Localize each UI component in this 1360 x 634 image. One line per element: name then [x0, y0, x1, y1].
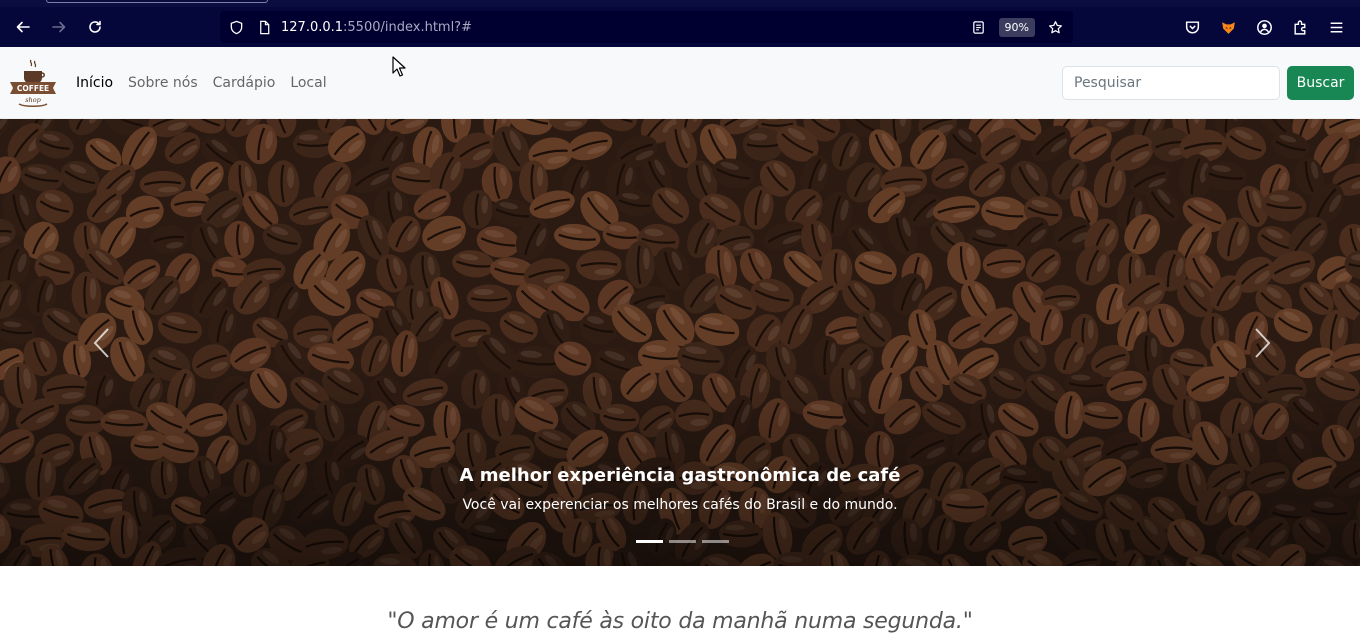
nav-links: Início Sobre nós Cardápio Local — [76, 47, 342, 119]
logo-text-bottom: shop — [25, 96, 41, 104]
carousel-caption-text: Você vai experenciar os melhores cafés d… — [462, 497, 898, 513]
nav-link-cardapio[interactable]: Cardápio — [213, 75, 276, 91]
reload-icon — [89, 20, 101, 33]
puzzle-icon — [1293, 20, 1305, 35]
pocket-button[interactable] — [1174, 11, 1210, 43]
pocket-icon — [1185, 20, 1199, 34]
chevron-right-icon — [1255, 328, 1271, 358]
carousel-indicator-2[interactable] — [669, 540, 696, 543]
back-button[interactable] — [5, 11, 41, 43]
quote-text: "O amor é um café às oito da manhã numa … — [387, 609, 973, 634]
zoom-level-badge[interactable]: 90% — [998, 17, 1035, 37]
url-text[interactable]: 127.0.0.1:5500/index.html?# — [281, 20, 472, 35]
forward-button[interactable] — [41, 11, 77, 43]
coffee-shop-logo[interactable]: COFFEE shop — [9, 58, 57, 108]
account-button[interactable] — [1246, 11, 1282, 43]
mouse-cursor-icon — [392, 56, 406, 77]
bookmark-star-icon[interactable] — [1041, 11, 1069, 43]
carousel-indicator-1[interactable] — [636, 540, 663, 543]
hero-carousel: A melhor experiência gastronômica de caf… — [0, 119, 1360, 566]
site-navbar: COFFEE shop Início Sobre nós Cardápio Lo… — [0, 47, 1360, 119]
hamburger-menu-icon — [1330, 21, 1342, 33]
carousel-prev-button[interactable] — [82, 319, 122, 367]
nav-link-sobre-nos[interactable]: Sobre nós — [128, 75, 198, 91]
nav-link-inicio[interactable]: Início — [76, 75, 113, 91]
page-icon[interactable] — [250, 11, 278, 43]
extension-fox-button[interactable] — [1210, 11, 1246, 43]
url-bar[interactable]: 127.0.0.1:5500/index.html?# 90% — [220, 11, 1073, 43]
account-icon — [1256, 19, 1272, 35]
shield-icon[interactable] — [222, 11, 250, 43]
reader-view-icon[interactable] — [965, 11, 993, 43]
browser-toolbar: 127.0.0.1:5500/index.html?# 90% — [0, 7, 1360, 47]
browser-tab-strip — [0, 0, 1360, 7]
chevron-left-icon — [93, 328, 109, 358]
menu-button[interactable] — [1318, 11, 1354, 43]
arrow-right-icon — [52, 21, 66, 33]
extensions-button[interactable] — [1282, 11, 1318, 43]
browser-tab[interactable] — [46, 0, 268, 3]
nav-link-local[interactable]: Local — [290, 75, 326, 91]
carousel-indicators — [636, 540, 735, 543]
carousel-caption-title: A melhor experiência gastronômica de caf… — [459, 465, 901, 486]
fox-extension-icon — [1221, 21, 1235, 34]
url-path: :5500/index.html?# — [343, 19, 472, 35]
carousel-indicator-3[interactable] — [702, 540, 729, 543]
url-host: 127.0.0.1 — [281, 19, 344, 35]
search-button[interactable]: Buscar — [1287, 66, 1354, 100]
search-input[interactable] — [1062, 66, 1280, 100]
carousel-next-button[interactable] — [1242, 319, 1282, 367]
reload-button[interactable] — [77, 11, 113, 43]
logo-text-top: COFFEE — [17, 84, 49, 93]
arrow-left-icon — [16, 21, 30, 33]
